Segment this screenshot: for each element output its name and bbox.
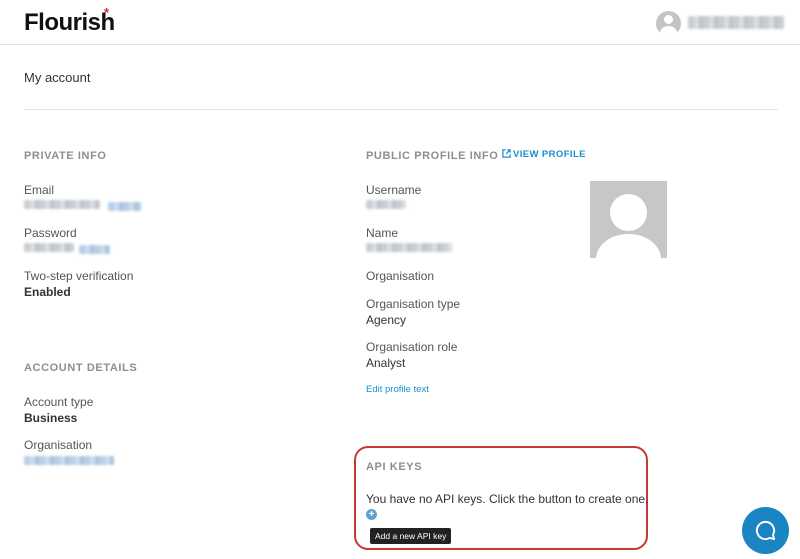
name-value-redacted [366,243,452,252]
password-value-redacted [24,243,74,252]
organisation-label: Organisation [24,438,93,452]
edit-profile-text-link[interactable]: Edit profile text [366,384,429,395]
add-api-key-tooltip: Add a new API key [370,528,452,544]
email-change-link-redacted[interactable] [108,202,141,211]
external-link-icon [502,149,511,158]
top-bar: Flourish * [0,0,800,45]
api-keys-heading: API KEYS [366,461,423,473]
divider [24,109,778,110]
logo-star-icon: * [104,5,110,20]
public-profile-heading: PUBLIC PROFILE INFO [366,150,499,162]
name-label: Name [366,226,399,240]
user-avatar-icon[interactable] [656,11,681,36]
email-label: Email [24,183,55,197]
account-type-value: Business [24,411,78,425]
organisation-role-value: Analyst [366,356,406,370]
private-info-heading: PRIVATE INFO [24,150,107,162]
two-step-label: Two-step verification [24,269,134,283]
profile-picture-placeholder[interactable] [590,181,667,258]
account-type-label: Account type [24,395,94,409]
view-profile-label: VIEW PROFILE [513,149,586,160]
email-value-redacted [24,200,100,209]
organisation-type-value: Agency [366,313,407,327]
account-details-heading: ACCOUNT DETAILS [24,362,138,374]
user-name-redacted[interactable] [688,16,784,29]
add-api-key-plus-icon[interactable]: + [366,509,377,520]
two-step-value: Enabled [24,285,71,299]
help-chat-button[interactable] [742,507,789,554]
chat-bubble-icon [755,520,776,541]
password-label: Password [24,226,77,240]
flourish-logo[interactable]: Flourish [24,9,115,37]
view-profile-link[interactable]: VIEW PROFILE [502,149,586,160]
username-value-redacted [366,200,406,209]
password-change-link-redacted[interactable] [79,245,110,254]
page-title: My account [24,70,91,85]
organisation-value-redacted [24,456,114,465]
profile-organisation-label: Organisation [366,269,435,283]
username-label: Username [366,183,422,197]
api-keys-empty-message: You have no API keys. Click the button t… [366,492,649,506]
organisation-role-label: Organisation role [366,340,458,354]
organisation-type-label: Organisation type [366,297,461,311]
